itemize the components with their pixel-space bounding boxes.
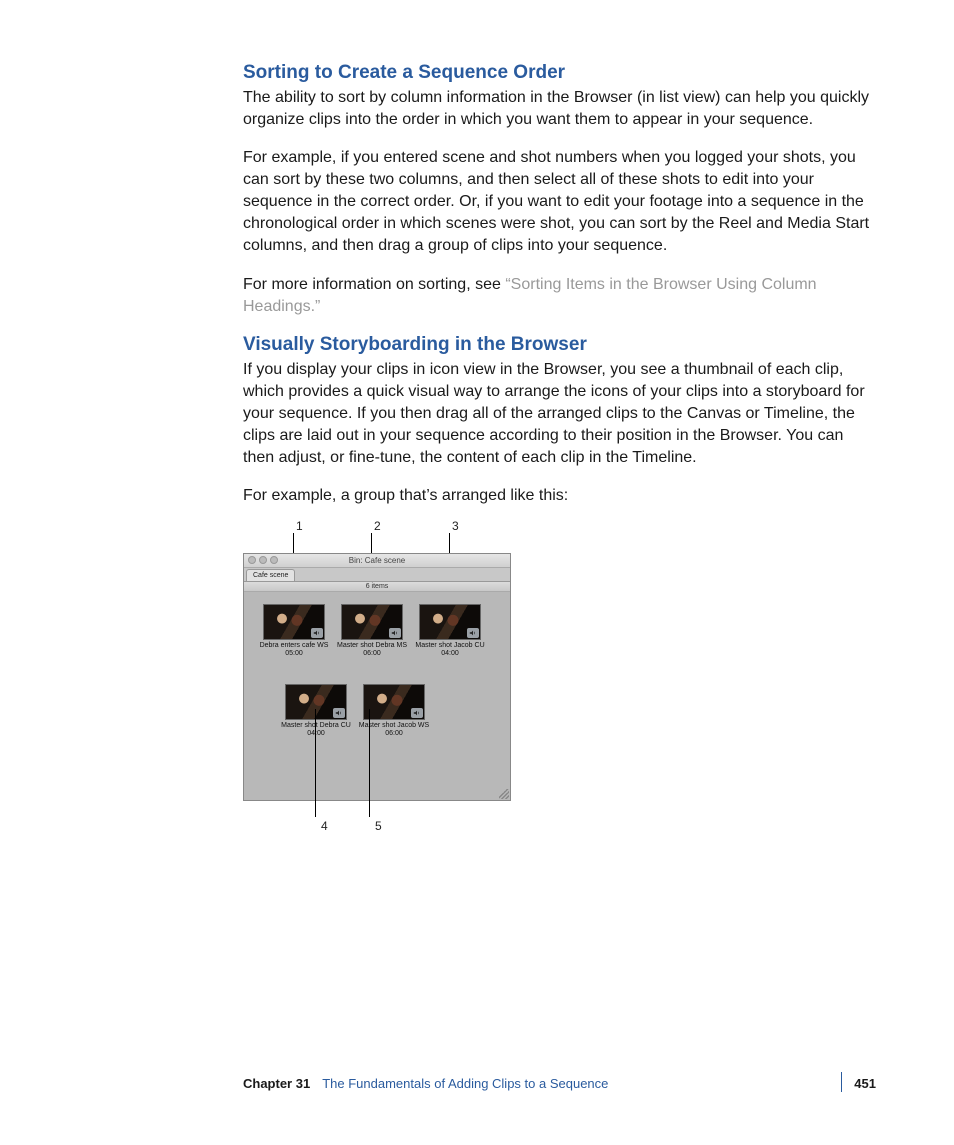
clip-duration: 04:00 [414, 650, 486, 657]
clip-thumbnail[interactable] [263, 604, 325, 640]
clip-label: Master shot Debra MS [336, 642, 408, 650]
close-icon[interactable] [248, 556, 256, 564]
tab-bar: Cafe scene [244, 568, 510, 582]
callout-number: 2 [374, 519, 381, 533]
paragraph-lead: For more information on sorting, see [243, 276, 505, 293]
clip-thumbnail[interactable] [363, 684, 425, 720]
item-count-bar: 6 items [244, 582, 510, 592]
page-footer: Chapter 31 The Fundamentals of Adding Cl… [243, 1073, 876, 1093]
callout-line [315, 709, 316, 817]
heading-storyboarding: Visually Storyboarding in the Browser [243, 334, 876, 356]
minimize-icon[interactable] [259, 556, 267, 564]
speaker-icon [311, 628, 323, 638]
paragraph: If you display your clips in icon view i… [243, 359, 876, 469]
callout-number: 5 [375, 819, 382, 833]
callout-number: 1 [296, 519, 303, 533]
clip-thumbnail[interactable] [341, 604, 403, 640]
window-titlebar[interactable]: Bin: Cafe scene [244, 554, 510, 568]
speaker-icon [467, 628, 479, 638]
zoom-icon[interactable] [270, 556, 278, 564]
page-content: Sorting to Create a Sequence Order The a… [243, 62, 876, 843]
clip-label: Debra enters cafe WS [258, 642, 330, 650]
speaker-icon [333, 708, 345, 718]
paragraph: For example, a group that’s arranged lik… [243, 485, 876, 507]
paragraph: For example, if you entered scene and sh… [243, 147, 876, 257]
window-title: Bin: Cafe scene [349, 556, 405, 565]
clip-item[interactable]: Debra enters cafe WS 05:00 [258, 604, 330, 657]
callout-line [369, 709, 370, 817]
resize-grip-icon[interactable] [499, 789, 509, 799]
chapter-label: Chapter 31 [243, 1076, 310, 1091]
chapter-title: The Fundamentals of Adding Clips to a Se… [322, 1076, 608, 1091]
clip-thumbnail[interactable] [419, 604, 481, 640]
clip-label: Master shot Debra CU [280, 722, 352, 730]
bin-icon-view[interactable]: Debra enters cafe WS 05:00 Master shot D… [244, 592, 510, 800]
speaker-icon [389, 628, 401, 638]
page-number: 451 [854, 1076, 876, 1091]
callout-number: 4 [321, 819, 328, 833]
clip-item[interactable]: Master shot Debra MS 06:00 [336, 604, 408, 657]
paragraph: The ability to sort by column informatio… [243, 87, 876, 131]
clip-duration: 04:00 [280, 730, 352, 737]
speaker-icon [411, 708, 423, 718]
clip-item[interactable]: Master shot Debra CU 04:00 [280, 684, 352, 737]
callout-number: 3 [452, 519, 459, 533]
storyboard-diagram: 1 2 3 Bin: Cafe scene Cafe scene 6 items [243, 523, 543, 843]
clip-duration: 06:00 [336, 650, 408, 657]
tab-cafe-scene[interactable]: Cafe scene [246, 569, 295, 581]
heading-sorting: Sorting to Create a Sequence Order [243, 62, 876, 84]
clip-label: Master shot Jacob CU [414, 642, 486, 650]
clip-thumbnail[interactable] [285, 684, 347, 720]
paragraph: For more information on sorting, see “So… [243, 274, 876, 318]
traffic-lights[interactable] [248, 556, 278, 564]
clip-item[interactable]: Master shot Jacob CU 04:00 [414, 604, 486, 657]
clip-duration: 05:00 [258, 650, 330, 657]
footer-separator [841, 1072, 842, 1092]
bin-window: Bin: Cafe scene Cafe scene 6 items Debra… [243, 553, 511, 801]
